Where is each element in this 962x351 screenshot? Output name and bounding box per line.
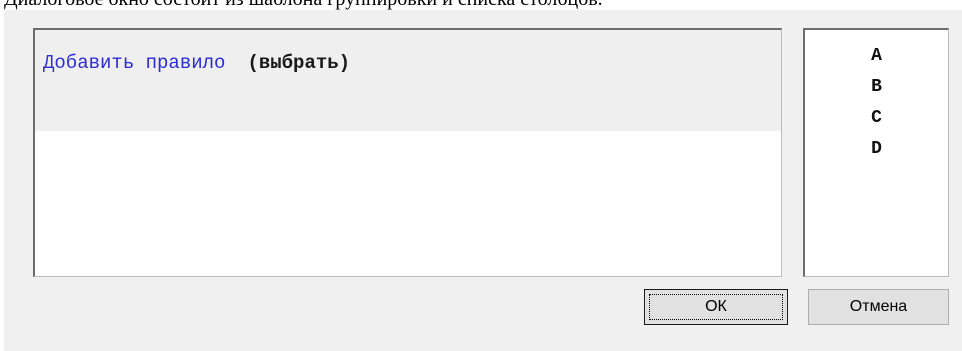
column-item-b[interactable]: B	[805, 77, 948, 97]
cancel-button[interactable]: Отмена	[808, 289, 949, 325]
rule-row: Добавить правило (выбрать)	[35, 30, 781, 131]
rule-text: Добавить правило (выбрать)	[43, 52, 350, 74]
columns-list[interactable]: A B C D	[803, 28, 949, 277]
choose-placeholder[interactable]: (выбрать)	[247, 52, 350, 74]
group-rules-dialog: Добавить правило (выбрать) A B C D ОК Отм…	[4, 10, 962, 351]
grouping-template-pane[interactable]: Добавить правило (выбрать)	[33, 28, 782, 277]
ok-button[interactable]: ОК	[644, 289, 788, 325]
column-item-d[interactable]: D	[805, 139, 948, 159]
ok-button-label: ОК	[705, 298, 727, 315]
add-rule-link[interactable]: Добавить правило	[43, 52, 225, 74]
column-item-c[interactable]: C	[805, 108, 948, 128]
column-item-a[interactable]: A	[805, 46, 948, 66]
